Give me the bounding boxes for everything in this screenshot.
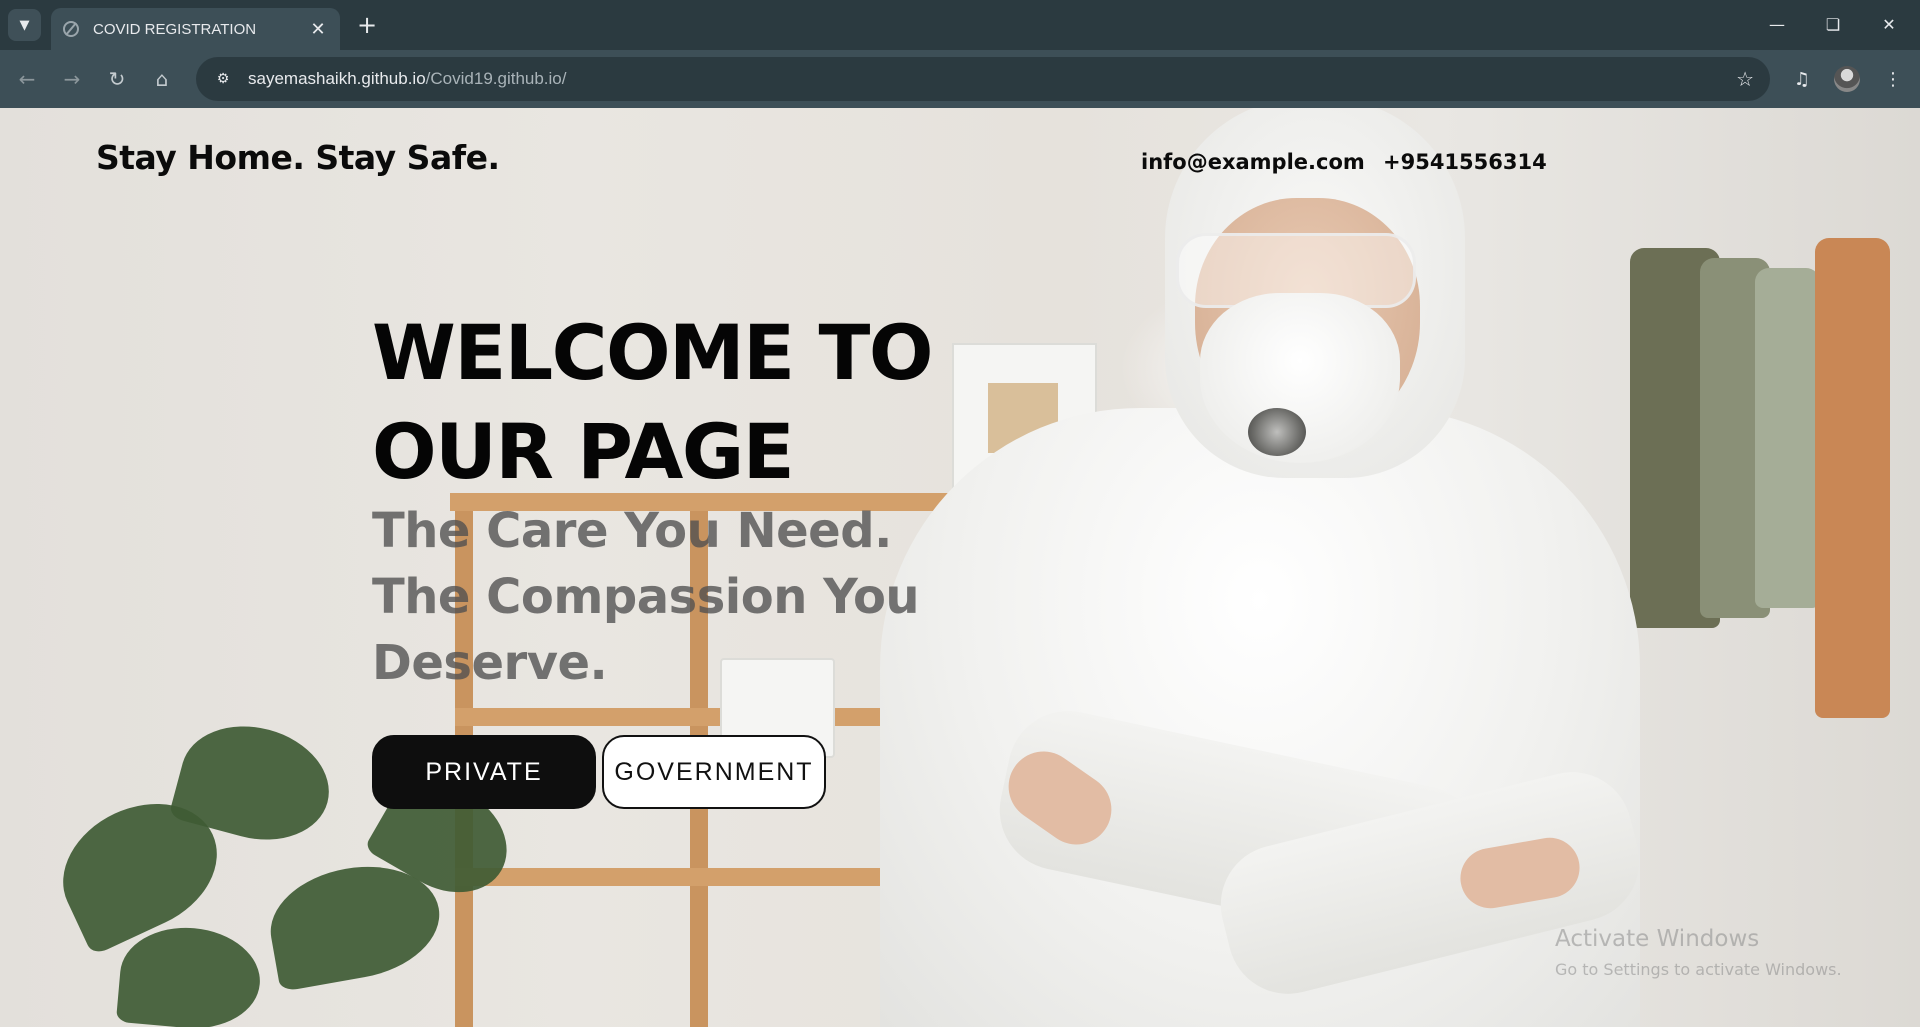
hero-title-line: OUR PAGE: [372, 407, 795, 496]
avatar-icon[interactable]: [1834, 66, 1860, 92]
url-path: /Covid19.github.io/: [425, 69, 567, 88]
activate-windows-title: Activate Windows: [1555, 926, 1760, 952]
address-bar[interactable]: ⚙ sayemashaikh.github.io/Covid19.github.…: [196, 57, 1770, 101]
hero-subtitle-line: The Care You Need.: [372, 503, 892, 559]
home-icon: ⌂: [155, 67, 169, 91]
government-button[interactable]: GOVERNMENT: [602, 735, 826, 809]
hero-title: WELCOME TO OUR PAGE: [372, 303, 992, 501]
browser-toolbar: ← → ↻ ⌂ ⚙ sayemashaikh.github.io/Covid19…: [0, 50, 1920, 108]
chevron-down-icon: ▼: [19, 17, 30, 33]
minimize-icon: —: [1769, 14, 1785, 34]
url-host: sayemashaikh.github.io: [248, 69, 426, 88]
back-button[interactable]: ←: [12, 64, 42, 94]
kebab-menu-icon: ⋮: [1884, 68, 1902, 90]
reload-button[interactable]: ↻: [102, 64, 132, 94]
hero-subtitle-line: The Compassion You: [372, 569, 920, 625]
hero-subtitle-line: Deserve.: [372, 635, 608, 691]
tune-icon[interactable]: ⚙: [210, 66, 236, 92]
hero-subtitle: The Care You Need. The Compassion You De…: [372, 498, 932, 696]
restore-button[interactable]: ❏: [1810, 8, 1856, 40]
home-button[interactable]: ⌂: [147, 64, 177, 94]
hero-title-line: WELCOME TO: [372, 308, 934, 397]
site-brand[interactable]: Stay Home. Stay Safe.: [96, 138, 500, 177]
forward-button[interactable]: →: [57, 64, 87, 94]
close-window-icon: ✕: [1882, 14, 1896, 34]
arrow-right-icon: →: [63, 67, 81, 91]
private-button[interactable]: PRIVATE: [372, 735, 596, 809]
reload-icon: ↻: [108, 67, 126, 91]
close-icon[interactable]: ✕: [308, 19, 328, 40]
globe-icon: [63, 21, 79, 37]
tab-search-button[interactable]: ▼: [8, 9, 41, 41]
browser-tab[interactable]: COVID REGISTRATION ✕: [51, 8, 340, 50]
arrow-left-icon: ←: [18, 67, 36, 91]
tab-title: COVID REGISTRATION: [93, 20, 257, 38]
media-controls-button[interactable]: ♫: [1787, 64, 1817, 94]
browser-tab-bar: ▼ COVID REGISTRATION ✕ + — ❏ ✕: [0, 0, 1920, 50]
playlist-icon: ♫: [1793, 68, 1811, 90]
plus-icon: +: [356, 11, 378, 39]
url-text: sayemashaikh.github.io/Covid19.github.io…: [248, 69, 567, 89]
close-window-button[interactable]: ✕: [1866, 8, 1912, 40]
contact-email[interactable]: info@example.com: [1141, 150, 1365, 174]
activate-windows-subtitle: Go to Settings to activate Windows.: [1555, 960, 1842, 979]
browser-menu-button[interactable]: ⋮: [1878, 64, 1908, 94]
star-icon[interactable]: ☆: [1736, 67, 1754, 91]
restore-icon: ❏: [1825, 14, 1841, 34]
minimize-button[interactable]: —: [1754, 8, 1800, 40]
new-tab-button[interactable]: +: [352, 10, 382, 40]
page-viewport: Stay Home. Stay Safe. info@example.com +…: [0, 108, 1920, 1027]
contact-phone[interactable]: +9541556314: [1383, 150, 1547, 174]
